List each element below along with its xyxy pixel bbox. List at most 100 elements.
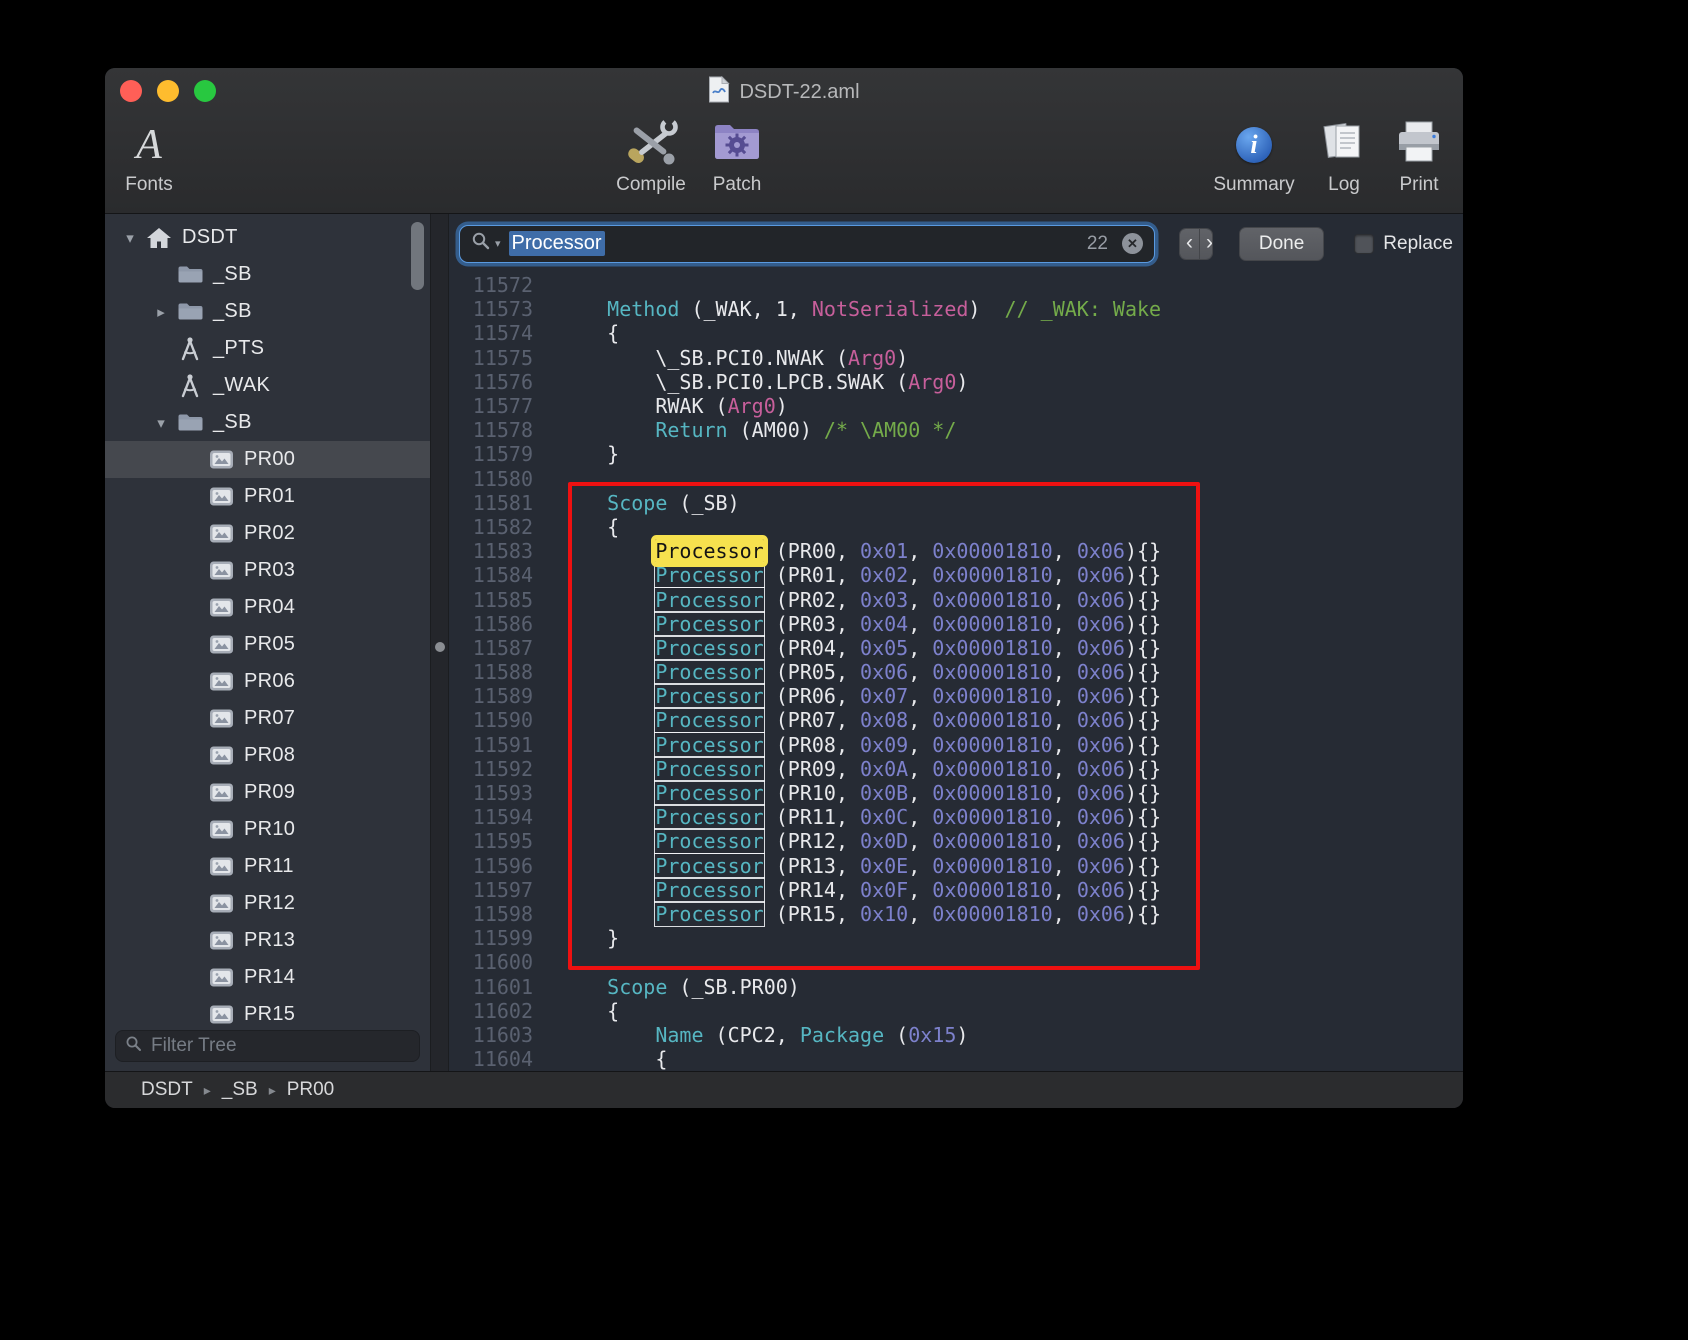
sidebar-scrollbar[interactable] bbox=[411, 222, 424, 290]
code-text: } bbox=[559, 926, 619, 950]
sidebar-item-pr09[interactable]: PR09 bbox=[105, 774, 430, 811]
line-number: 11601 bbox=[449, 975, 549, 999]
line-number: 11586 bbox=[449, 612, 549, 636]
sidebar-item-pr02[interactable]: PR02 bbox=[105, 515, 430, 552]
search-match: Processor bbox=[655, 563, 763, 587]
sidebar-item-pts[interactable]: _PTS bbox=[105, 330, 430, 367]
code-line: 11586 Processor (PR03, 0x04, 0x00001810,… bbox=[449, 612, 1463, 636]
sidebar-item-pr08[interactable]: PR08 bbox=[105, 737, 430, 774]
sidebar-item-pr13[interactable]: PR13 bbox=[105, 922, 430, 959]
clear-search-icon[interactable]: ✕ bbox=[1122, 233, 1143, 254]
device-icon bbox=[204, 930, 238, 951]
patch-icon bbox=[711, 119, 763, 171]
search-match: Processor bbox=[655, 612, 763, 636]
summary-button[interactable]: i Summary bbox=[1207, 116, 1301, 196]
log-button[interactable]: Log bbox=[1312, 116, 1376, 196]
code-editor[interactable]: 1157211573 Method (_WAK, 1, NotSerialize… bbox=[449, 273, 1463, 1071]
breadcrumb-separator: ▸ bbox=[204, 1082, 211, 1099]
sidebar-item-pr11[interactable]: PR11 bbox=[105, 848, 430, 885]
code-line: 11602 { bbox=[449, 999, 1463, 1023]
fonts-button[interactable]: A Fonts bbox=[118, 116, 180, 196]
sidebar-item-sb[interactable]: ▾ _SB bbox=[105, 404, 430, 441]
sidebar-item-label: PR05 bbox=[244, 633, 295, 656]
sidebar-item-label: _SB bbox=[213, 263, 252, 286]
sidebar-item-pr10[interactable]: PR10 bbox=[105, 811, 430, 848]
code-line: 11600 bbox=[449, 950, 1463, 974]
sidebar-item-pr14[interactable]: PR14 bbox=[105, 959, 430, 996]
code-text: Processor (PR09, 0x0A, 0x00001810, 0x06)… bbox=[559, 757, 1161, 781]
code-text: \_SB.PCI0.LPCB.SWAK (Arg0) bbox=[559, 370, 968, 394]
replace-checkbox[interactable] bbox=[1354, 234, 1374, 254]
sidebar-item-pr07[interactable]: PR07 bbox=[105, 700, 430, 737]
code-line: 11574 { bbox=[449, 321, 1463, 345]
disclosure-down-icon[interactable]: ▾ bbox=[118, 229, 142, 247]
split-handle[interactable] bbox=[435, 642, 445, 652]
breadcrumb-item[interactable]: DSDT bbox=[141, 1079, 193, 1101]
search-icon bbox=[125, 1035, 142, 1057]
line-number: 11589 bbox=[449, 684, 549, 708]
disclosure-right-icon[interactable]: ▸ bbox=[149, 303, 173, 321]
line-number: 11583 bbox=[449, 539, 549, 563]
line-number: 11581 bbox=[449, 491, 549, 515]
sidebar-item-dsdt[interactable]: ▾DSDT bbox=[105, 219, 430, 256]
sidebar-item-sb[interactable]: _SB bbox=[105, 256, 430, 293]
code-text: Return (AM00) /* \AM00 */ bbox=[559, 418, 956, 442]
breadcrumb-item[interactable]: PR00 bbox=[287, 1079, 335, 1101]
fonts-icon: A bbox=[136, 124, 162, 166]
line-number: 11584 bbox=[449, 563, 549, 587]
code-line: 11589 Processor (PR06, 0x07, 0x00001810,… bbox=[449, 684, 1463, 708]
filter-tree-field[interactable] bbox=[115, 1030, 420, 1062]
code-line: 11603 Name (CPC2, Package (0x15) bbox=[449, 1023, 1463, 1047]
dsdt-tree: ▾DSDT _SB ▸ _SB _PTS_WAK ▾ _SB PR00PR01PR02PR03… bbox=[105, 214, 430, 1024]
code-line: 11604 { bbox=[449, 1047, 1463, 1071]
sidebar-item-pr01[interactable]: PR01 bbox=[105, 478, 430, 515]
print-label: Print bbox=[1387, 174, 1451, 196]
sidebar-item-pr06[interactable]: PR06 bbox=[105, 663, 430, 700]
sidebar-item-wak[interactable]: _WAK bbox=[105, 367, 430, 404]
search-scope-caret-icon[interactable]: ▾ bbox=[495, 237, 501, 250]
log-label: Log bbox=[1312, 174, 1376, 196]
search-match: Processor bbox=[655, 781, 763, 805]
patch-button[interactable]: Patch bbox=[701, 116, 773, 196]
print-button[interactable]: Print bbox=[1387, 116, 1451, 196]
code-text: { bbox=[559, 321, 619, 345]
previous-match-button[interactable]: ‹ bbox=[1180, 229, 1199, 259]
sidebar-item-pr12[interactable]: PR12 bbox=[105, 885, 430, 922]
search-match: Processor bbox=[655, 902, 763, 926]
code-text: Name (CPC2, Package (0x15) bbox=[559, 1023, 968, 1047]
sidebar-item-label: PR15 bbox=[244, 1003, 295, 1024]
sidebar-item-sb[interactable]: ▸ _SB bbox=[105, 293, 430, 330]
sidebar: ▾DSDT _SB ▸ _SB _PTS_WAK ▾ _SB PR00PR01PR02PR03… bbox=[105, 214, 430, 1071]
window-title: DSDT-22.aml bbox=[739, 81, 859, 104]
compile-button[interactable]: Compile bbox=[609, 116, 693, 196]
device-icon bbox=[204, 856, 238, 877]
search-match: Processor bbox=[655, 757, 763, 781]
line-number: 11577 bbox=[449, 394, 549, 418]
replace-label: Replace bbox=[1383, 233, 1453, 255]
code-text: Processor (PR00, 0x01, 0x00001810, 0x06)… bbox=[559, 539, 1161, 563]
done-button[interactable]: Done bbox=[1239, 227, 1324, 261]
sidebar-item-label: _SB bbox=[213, 411, 252, 434]
sidebar-item-pr15[interactable]: PR15 bbox=[105, 996, 430, 1024]
device-icon bbox=[204, 1004, 238, 1024]
sidebar-item-pr05[interactable]: PR05 bbox=[105, 626, 430, 663]
line-number: 11590 bbox=[449, 708, 549, 732]
line-number: 11600 bbox=[449, 950, 549, 974]
sidebar-item-pr04[interactable]: PR04 bbox=[105, 589, 430, 626]
sidebar-item-pr03[interactable]: PR03 bbox=[105, 552, 430, 589]
code-line: 11599 } bbox=[449, 926, 1463, 950]
sidebar-item-pr00[interactable]: PR00 bbox=[105, 441, 430, 478]
line-number: 11573 bbox=[449, 297, 549, 321]
next-match-button[interactable]: › bbox=[1199, 229, 1213, 259]
sidebar-item-label: PR07 bbox=[244, 707, 295, 730]
filter-tree-input[interactable] bbox=[149, 1034, 410, 1058]
code-line: 11585 Processor (PR02, 0x03, 0x00001810,… bbox=[449, 587, 1463, 611]
device-icon bbox=[204, 449, 238, 470]
sidebar-item-label: _SB bbox=[213, 300, 252, 323]
search-input[interactable]: ▾ Processor 22 ✕ bbox=[459, 225, 1155, 263]
disclosure-down-icon[interactable]: ▾ bbox=[149, 414, 173, 432]
breadcrumb-item[interactable]: _SB bbox=[222, 1079, 258, 1101]
search-match: Processor bbox=[655, 829, 763, 853]
device-icon bbox=[204, 745, 238, 766]
device-icon bbox=[204, 708, 238, 729]
